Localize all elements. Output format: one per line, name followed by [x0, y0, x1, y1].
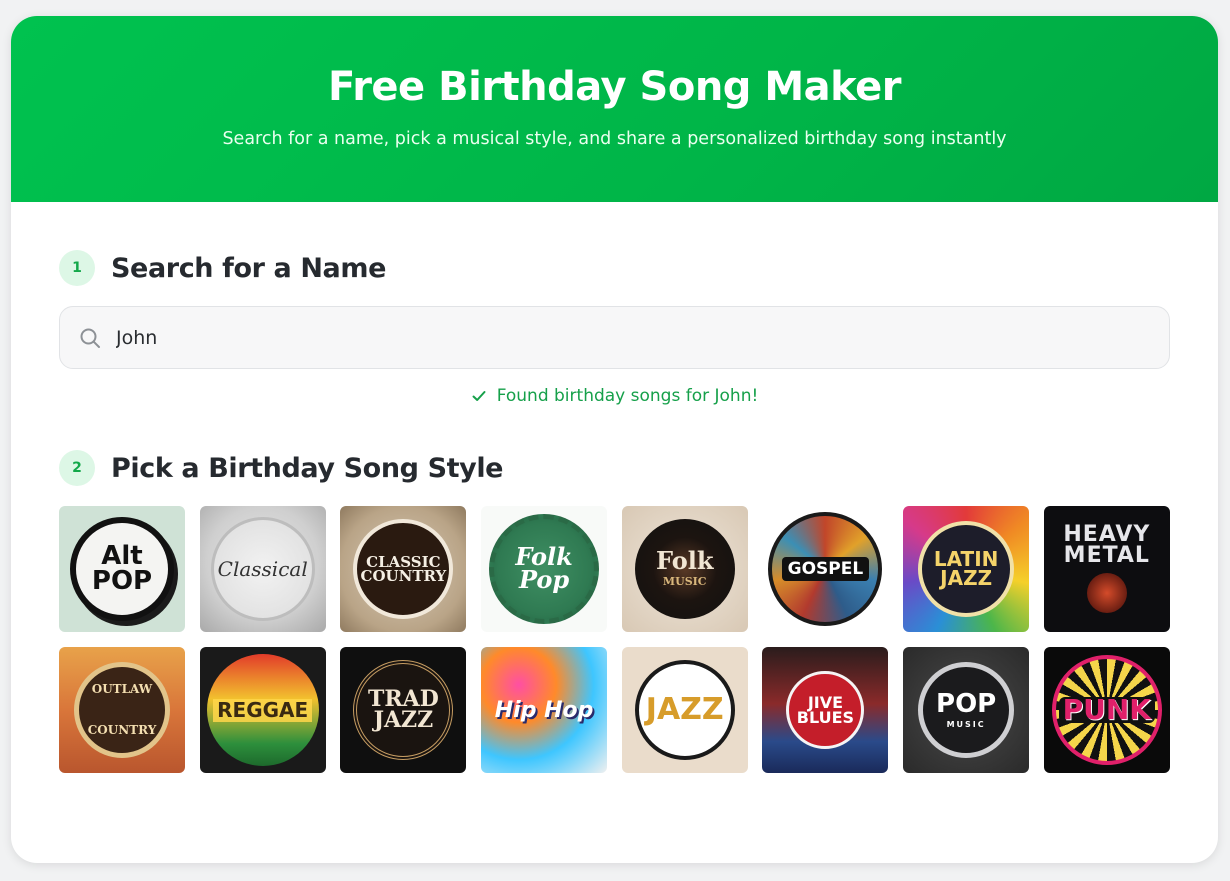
song-maker-card: Free Birthday Song Maker Search for a na… — [11, 16, 1218, 863]
style-tile-punk[interactable]: PUNK — [1043, 647, 1170, 773]
style-tile-trad-jazz[interactable]: TRAD JAZZ — [340, 647, 467, 773]
style-tile-classical[interactable]: Classical — [199, 506, 326, 632]
style-logo-text: COUNTRY — [360, 567, 447, 585]
style-logo-text: Pop — [518, 565, 570, 594]
style-tile-folk-pop[interactable]: Folk Pop — [481, 506, 608, 632]
name-search-box[interactable] — [59, 306, 1170, 369]
search-input[interactable] — [116, 326, 1116, 349]
style-tile-hip-hop[interactable]: Hip Hop — [481, 647, 608, 773]
style-tile-jive-blues[interactable]: JIVE BLUES — [762, 647, 889, 773]
search-icon — [80, 328, 100, 348]
style-logo-text: BLUES — [796, 708, 855, 727]
style-logo-text: POP — [91, 566, 153, 596]
style-logo-text: METAL — [1063, 543, 1150, 568]
style-tile-classic-country[interactable]: CLASSIC COUNTRY — [340, 506, 467, 632]
style-tile-latin-jazz[interactable]: LATIN JAZZ — [903, 506, 1030, 632]
style-tile-alt-pop[interactable]: Alt POP — [59, 506, 185, 632]
style-logo-text: GOSPEL — [781, 556, 870, 582]
step-number-badge: 2 — [59, 450, 95, 486]
style-logo-text: OUTLAW — [91, 681, 153, 696]
style-grid: Alt POP Classical CLASSIC COUNTRY Folk P… — [59, 506, 1170, 773]
status-text: Found birthday songs for John! — [496, 386, 759, 406]
style-tile-pop-music[interactable]: POP MUSIC — [903, 647, 1030, 773]
style-logo-text: MUSIC — [662, 575, 707, 589]
style-tile-reggae[interactable]: REGGAE — [199, 647, 326, 773]
style-tile-folk-music[interactable]: Folk MUSIC — [621, 506, 748, 632]
skull-icon — [1086, 572, 1127, 613]
style-logo-text: POP — [936, 688, 997, 719]
style-logo-text: JAZZ — [645, 691, 724, 727]
step-title: Pick a Birthday Song Style — [111, 452, 504, 484]
style-logo-text: Folk — [656, 546, 714, 576]
style-logo-text: Hip Hop — [494, 697, 594, 723]
style-logo-text: PUNK — [1058, 695, 1155, 724]
page-subtitle: Search for a name, pick a musical style,… — [222, 129, 1007, 149]
style-tile-gospel[interactable]: GOSPEL — [762, 506, 889, 632]
style-tile-outlaw-country[interactable]: OUTLAW COUNTRY — [59, 647, 185, 773]
style-logo-text: MUSIC — [946, 719, 986, 729]
style-tile-jazz[interactable]: JAZZ — [621, 647, 748, 773]
page-title: Free Birthday Song Maker — [327, 64, 902, 110]
step-1-header: 1 Search for a Name — [59, 250, 386, 286]
style-logo-text: REGGAE — [213, 698, 313, 722]
hero-header: Free Birthday Song Maker Search for a na… — [11, 16, 1218, 202]
style-tile-heavy-metal[interactable]: HEAVY METAL — [1043, 506, 1170, 632]
search-status: Found birthday songs for John! — [11, 386, 1218, 406]
step-2-header: 2 Pick a Birthday Song Style — [59, 450, 503, 486]
step-number-badge: 1 — [59, 250, 95, 286]
step-title: Search for a Name — [111, 252, 387, 284]
check-icon — [472, 391, 486, 401]
style-logo-text: Classical — [217, 556, 308, 581]
style-logo-text: JAZZ — [373, 707, 434, 733]
style-logo-text: COUNTRY — [87, 723, 157, 737]
style-logo-text: JAZZ — [940, 566, 993, 590]
